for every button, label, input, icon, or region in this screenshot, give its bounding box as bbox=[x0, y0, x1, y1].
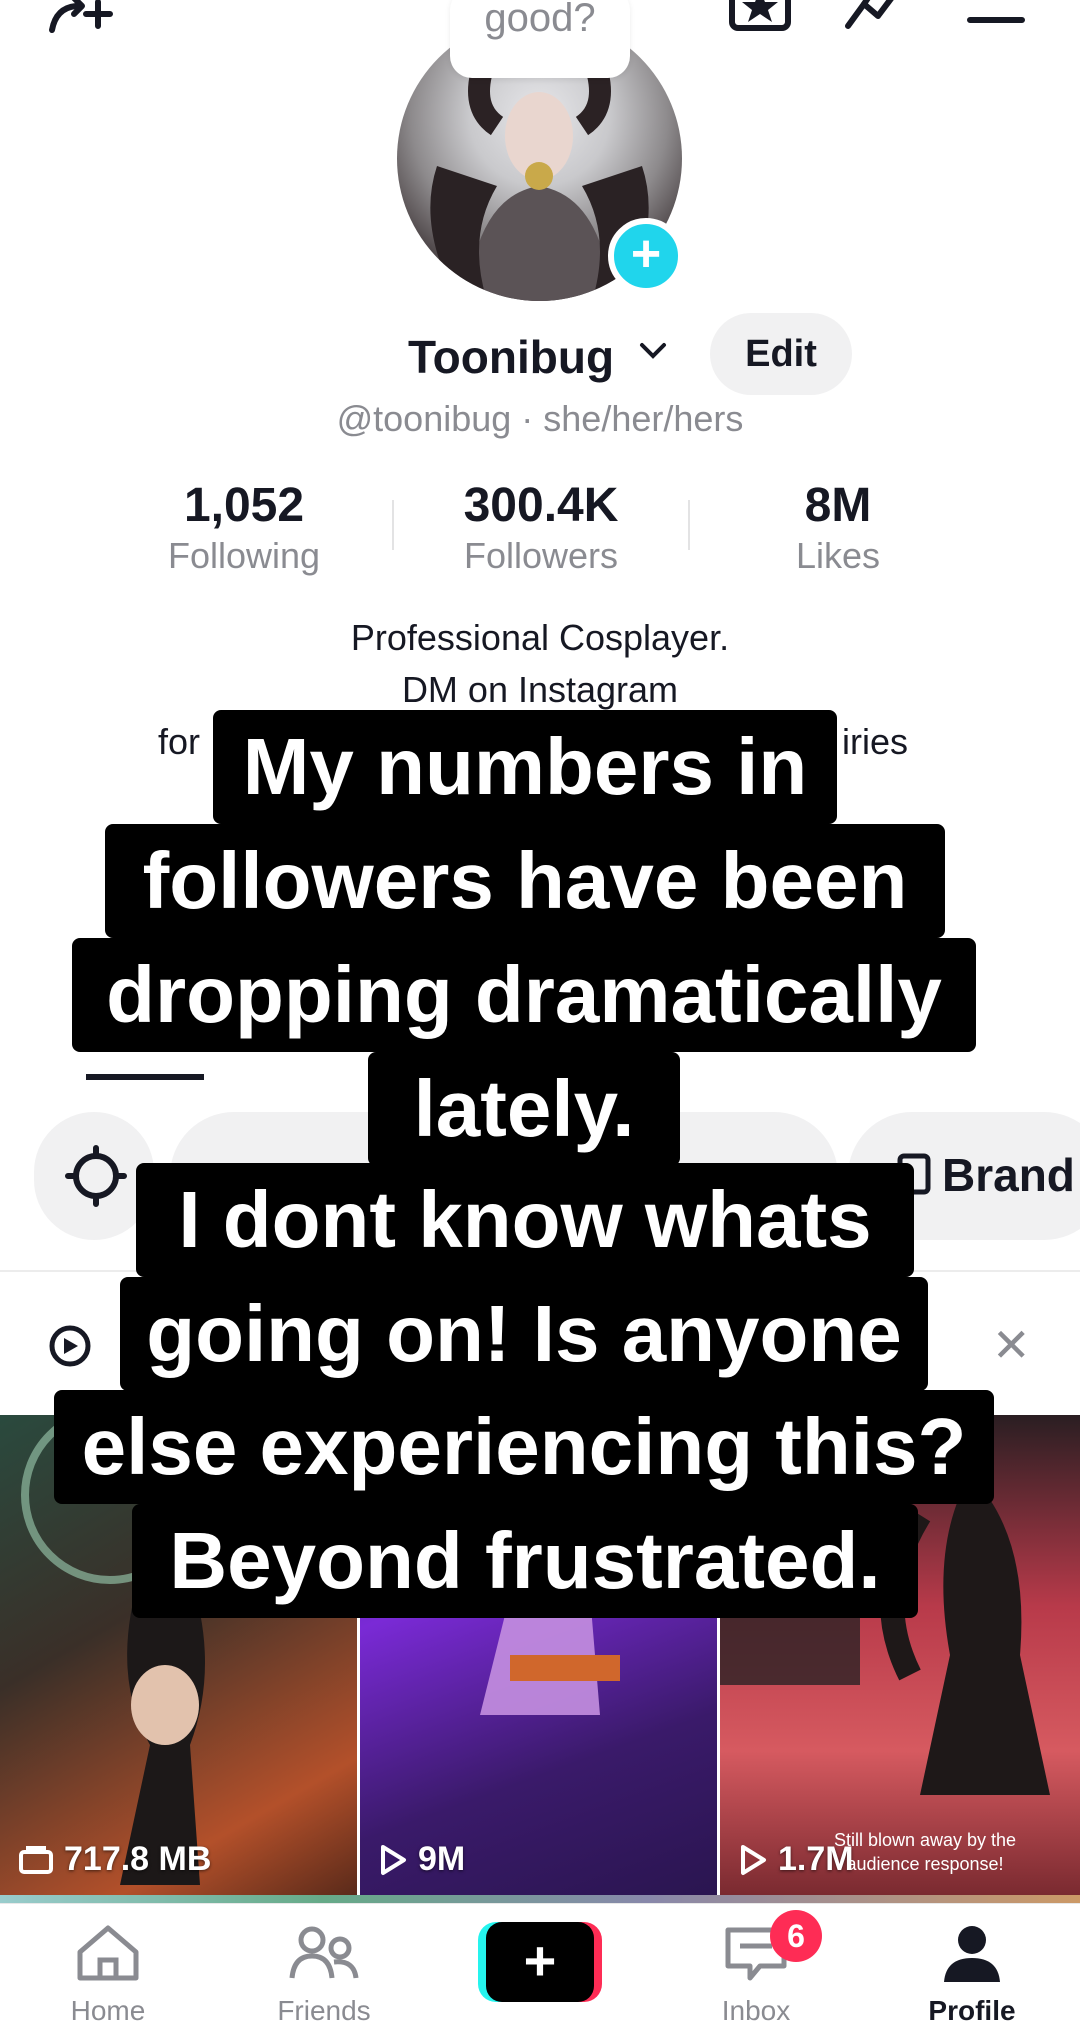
analytics-icon[interactable] bbox=[842, 0, 916, 34]
bio-line-1: Professional Cosplayer. bbox=[350, 617, 730, 658]
video-stat-label: 9M bbox=[418, 1840, 466, 1878]
nav-label: Friends bbox=[277, 1995, 371, 2024]
chevron-down-icon[interactable] bbox=[638, 335, 668, 369]
nav-profile[interactable]: Profile bbox=[864, 1922, 1080, 2024]
caption-line: followers have been bbox=[105, 824, 945, 938]
caption-line: dropping dramatically bbox=[72, 938, 976, 1052]
stat-likes[interactable]: 8M Likes bbox=[688, 478, 988, 578]
edit-profile-button[interactable]: Edit bbox=[710, 313, 852, 395]
stat-value: 1,052 bbox=[183, 479, 305, 532]
storage-icon bbox=[19, 1845, 53, 1874]
caption-line: My numbers in bbox=[213, 710, 837, 824]
stat-following[interactable]: 1,052 Following bbox=[94, 478, 394, 578]
status-bubble[interactable]: good? bbox=[450, 0, 630, 78]
creator-star-icon[interactable] bbox=[728, 0, 792, 34]
gear-icon[interactable] bbox=[64, 1144, 128, 1208]
caption-line: Beyond frustrated. bbox=[132, 1504, 918, 1618]
caption-line: going on! Is anyone bbox=[120, 1277, 928, 1391]
nav-inbox[interactable]: Inbox bbox=[648, 1922, 864, 2024]
nav-label: Inbox bbox=[721, 1995, 791, 2024]
add-story-button[interactable]: + bbox=[608, 218, 684, 294]
caption-line: lately. bbox=[368, 1052, 680, 1166]
tab-underline bbox=[86, 1074, 204, 1080]
create-button[interactable]: + bbox=[478, 1922, 602, 2002]
nav-label: Home bbox=[70, 1995, 146, 2024]
play-icon bbox=[741, 1844, 766, 1875]
nav-label: Profile bbox=[928, 1995, 1016, 2024]
stat-label: Following bbox=[167, 535, 321, 576]
next-row-strip bbox=[0, 1895, 1080, 1903]
close-icon[interactable]: ✕ bbox=[992, 1318, 1031, 1372]
bio-line-3-left: for bbox=[158, 721, 201, 762]
plus-icon: + bbox=[486, 1922, 594, 2002]
nav-friends[interactable]: Friends bbox=[216, 1922, 432, 2024]
brand-label[interactable]: Brand bbox=[942, 1148, 1075, 1202]
bio-line-2: DM on Instagram bbox=[401, 669, 679, 710]
handle-pronouns: @toonibug · she/her/hers bbox=[336, 398, 744, 439]
profile-icon bbox=[944, 1926, 1000, 1982]
promote-icon[interactable] bbox=[46, 1322, 94, 1370]
nav-home[interactable]: Home bbox=[0, 1922, 216, 2024]
caption-line: else experiencing this? bbox=[54, 1390, 994, 1504]
video-stat: 717.8 MB bbox=[18, 1840, 211, 1879]
caption-line: I dont know whats bbox=[136, 1163, 914, 1277]
bio-line-3-right: iries bbox=[842, 721, 909, 762]
stat-followers[interactable]: 300.4K Followers bbox=[391, 478, 691, 578]
friends-icon bbox=[289, 1926, 359, 1979]
username[interactable]: Toonibug bbox=[408, 330, 614, 384]
add-friend-icon[interactable] bbox=[46, 0, 126, 34]
video-stat-label: 717.8 MB bbox=[64, 1840, 212, 1878]
stat-label: Likes bbox=[795, 535, 881, 576]
stat-label: Followers bbox=[463, 535, 619, 576]
inbox-badge: 6 bbox=[770, 1910, 822, 1962]
video-caption: Still blown away by the audience respons… bbox=[833, 1830, 1017, 1874]
play-icon bbox=[381, 1844, 406, 1875]
stat-value: 300.4K bbox=[463, 479, 619, 532]
home-icon bbox=[77, 1925, 139, 1981]
stat-value: 8M bbox=[804, 479, 872, 532]
bottom-nav: Home Friends + Inbox Profile bbox=[0, 1903, 1080, 2024]
menu-icon[interactable] bbox=[966, 0, 1026, 26]
video-stat: 9M bbox=[378, 1840, 465, 1879]
